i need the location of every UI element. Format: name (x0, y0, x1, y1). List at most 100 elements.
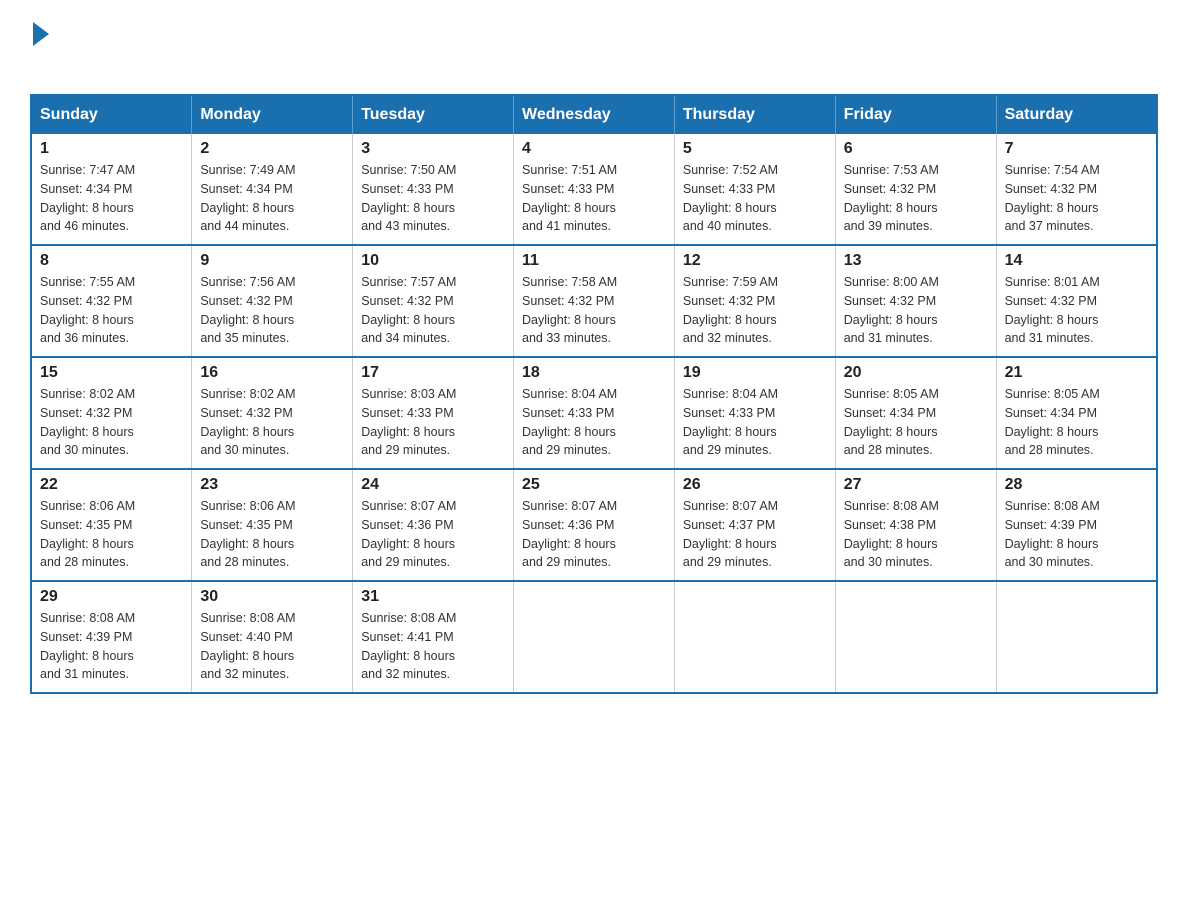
calendar-cell: 31 Sunrise: 8:08 AMSunset: 4:41 PMDaylig… (353, 581, 514, 693)
day-number: 26 (683, 476, 827, 494)
page-header (30, 20, 1158, 78)
day-info: Sunrise: 7:51 AMSunset: 4:33 PMDaylight:… (522, 161, 666, 236)
day-number: 17 (361, 364, 505, 382)
day-number: 6 (844, 140, 988, 158)
day-info: Sunrise: 7:53 AMSunset: 4:32 PMDaylight:… (844, 161, 988, 236)
calendar-cell: 8 Sunrise: 7:55 AMSunset: 4:32 PMDayligh… (31, 245, 192, 357)
day-number: 20 (844, 364, 988, 382)
day-number: 7 (1005, 140, 1148, 158)
calendar-cell: 2 Sunrise: 7:49 AMSunset: 4:34 PMDayligh… (192, 134, 353, 245)
day-info: Sunrise: 7:54 AMSunset: 4:32 PMDaylight:… (1005, 161, 1148, 236)
calendar-week-row: 29 Sunrise: 8:08 AMSunset: 4:39 PMDaylig… (31, 581, 1157, 693)
day-info: Sunrise: 7:57 AMSunset: 4:32 PMDaylight:… (361, 273, 505, 348)
weekday-header-monday: Monday (192, 95, 353, 134)
calendar-cell: 10 Sunrise: 7:57 AMSunset: 4:32 PMDaylig… (353, 245, 514, 357)
day-info: Sunrise: 8:08 AMSunset: 4:40 PMDaylight:… (200, 609, 344, 684)
day-number: 12 (683, 252, 827, 270)
day-number: 9 (200, 252, 344, 270)
day-info: Sunrise: 8:05 AMSunset: 4:34 PMDaylight:… (844, 385, 988, 460)
logo-arrow-icon (33, 22, 49, 46)
weekday-header-saturday: Saturday (996, 95, 1157, 134)
day-info: Sunrise: 8:08 AMSunset: 4:38 PMDaylight:… (844, 497, 988, 572)
calendar-cell: 30 Sunrise: 8:08 AMSunset: 4:40 PMDaylig… (192, 581, 353, 693)
calendar-week-row: 22 Sunrise: 8:06 AMSunset: 4:35 PMDaylig… (31, 469, 1157, 581)
day-info: Sunrise: 8:00 AMSunset: 4:32 PMDaylight:… (844, 273, 988, 348)
day-info: Sunrise: 8:06 AMSunset: 4:35 PMDaylight:… (200, 497, 344, 572)
calendar-cell: 29 Sunrise: 8:08 AMSunset: 4:39 PMDaylig… (31, 581, 192, 693)
weekday-header-tuesday: Tuesday (353, 95, 514, 134)
calendar-cell: 28 Sunrise: 8:08 AMSunset: 4:39 PMDaylig… (996, 469, 1157, 581)
day-info: Sunrise: 8:05 AMSunset: 4:34 PMDaylight:… (1005, 385, 1148, 460)
day-number: 10 (361, 252, 505, 270)
day-info: Sunrise: 8:02 AMSunset: 4:32 PMDaylight:… (40, 385, 183, 460)
day-info: Sunrise: 7:59 AMSunset: 4:32 PMDaylight:… (683, 273, 827, 348)
day-number: 18 (522, 364, 666, 382)
calendar-cell: 14 Sunrise: 8:01 AMSunset: 4:32 PMDaylig… (996, 245, 1157, 357)
day-number: 19 (683, 364, 827, 382)
weekday-header-sunday: Sunday (31, 95, 192, 134)
day-number: 29 (40, 588, 183, 606)
calendar-cell: 16 Sunrise: 8:02 AMSunset: 4:32 PMDaylig… (192, 357, 353, 469)
day-number: 15 (40, 364, 183, 382)
day-number: 13 (844, 252, 988, 270)
day-info: Sunrise: 7:47 AMSunset: 4:34 PMDaylight:… (40, 161, 183, 236)
day-number: 24 (361, 476, 505, 494)
calendar-cell (996, 581, 1157, 693)
weekday-header-thursday: Thursday (674, 95, 835, 134)
day-info: Sunrise: 8:07 AMSunset: 4:36 PMDaylight:… (522, 497, 666, 572)
day-number: 16 (200, 364, 344, 382)
calendar-cell: 7 Sunrise: 7:54 AMSunset: 4:32 PMDayligh… (996, 134, 1157, 245)
day-info: Sunrise: 8:04 AMSunset: 4:33 PMDaylight:… (683, 385, 827, 460)
day-number: 3 (361, 140, 505, 158)
calendar-cell: 12 Sunrise: 7:59 AMSunset: 4:32 PMDaylig… (674, 245, 835, 357)
day-info: Sunrise: 8:08 AMSunset: 4:39 PMDaylight:… (40, 609, 183, 684)
calendar-cell: 19 Sunrise: 8:04 AMSunset: 4:33 PMDaylig… (674, 357, 835, 469)
calendar-cell (835, 581, 996, 693)
calendar-cell: 17 Sunrise: 8:03 AMSunset: 4:33 PMDaylig… (353, 357, 514, 469)
calendar-cell: 24 Sunrise: 8:07 AMSunset: 4:36 PMDaylig… (353, 469, 514, 581)
day-info: Sunrise: 8:06 AMSunset: 4:35 PMDaylight:… (40, 497, 183, 572)
calendar-cell: 25 Sunrise: 8:07 AMSunset: 4:36 PMDaylig… (514, 469, 675, 581)
calendar-week-row: 15 Sunrise: 8:02 AMSunset: 4:32 PMDaylig… (31, 357, 1157, 469)
calendar-week-row: 8 Sunrise: 7:55 AMSunset: 4:32 PMDayligh… (31, 245, 1157, 357)
calendar-cell: 6 Sunrise: 7:53 AMSunset: 4:32 PMDayligh… (835, 134, 996, 245)
day-info: Sunrise: 7:49 AMSunset: 4:34 PMDaylight:… (200, 161, 344, 236)
day-number: 4 (522, 140, 666, 158)
logo (30, 20, 49, 78)
day-number: 23 (200, 476, 344, 494)
calendar-cell: 11 Sunrise: 7:58 AMSunset: 4:32 PMDaylig… (514, 245, 675, 357)
day-info: Sunrise: 7:56 AMSunset: 4:32 PMDaylight:… (200, 273, 344, 348)
day-info: Sunrise: 7:55 AMSunset: 4:32 PMDaylight:… (40, 273, 183, 348)
day-number: 5 (683, 140, 827, 158)
calendar-header-row: SundayMondayTuesdayWednesdayThursdayFrid… (31, 95, 1157, 134)
day-number: 21 (1005, 364, 1148, 382)
day-number: 30 (200, 588, 344, 606)
day-number: 11 (522, 252, 666, 270)
calendar-cell: 9 Sunrise: 7:56 AMSunset: 4:32 PMDayligh… (192, 245, 353, 357)
calendar-cell: 3 Sunrise: 7:50 AMSunset: 4:33 PMDayligh… (353, 134, 514, 245)
calendar-cell: 23 Sunrise: 8:06 AMSunset: 4:35 PMDaylig… (192, 469, 353, 581)
calendar-cell (514, 581, 675, 693)
calendar-cell: 1 Sunrise: 7:47 AMSunset: 4:34 PMDayligh… (31, 134, 192, 245)
day-info: Sunrise: 8:08 AMSunset: 4:41 PMDaylight:… (361, 609, 505, 684)
calendar-cell: 13 Sunrise: 8:00 AMSunset: 4:32 PMDaylig… (835, 245, 996, 357)
calendar-cell: 4 Sunrise: 7:51 AMSunset: 4:33 PMDayligh… (514, 134, 675, 245)
day-info: Sunrise: 7:50 AMSunset: 4:33 PMDaylight:… (361, 161, 505, 236)
weekday-header-friday: Friday (835, 95, 996, 134)
day-number: 2 (200, 140, 344, 158)
calendar-cell: 26 Sunrise: 8:07 AMSunset: 4:37 PMDaylig… (674, 469, 835, 581)
day-number: 1 (40, 140, 183, 158)
day-number: 22 (40, 476, 183, 494)
day-info: Sunrise: 8:07 AMSunset: 4:37 PMDaylight:… (683, 497, 827, 572)
day-number: 8 (40, 252, 183, 270)
day-info: Sunrise: 8:04 AMSunset: 4:33 PMDaylight:… (522, 385, 666, 460)
day-number: 28 (1005, 476, 1148, 494)
day-number: 27 (844, 476, 988, 494)
calendar-cell: 21 Sunrise: 8:05 AMSunset: 4:34 PMDaylig… (996, 357, 1157, 469)
calendar-cell (674, 581, 835, 693)
calendar-cell: 20 Sunrise: 8:05 AMSunset: 4:34 PMDaylig… (835, 357, 996, 469)
calendar-week-row: 1 Sunrise: 7:47 AMSunset: 4:34 PMDayligh… (31, 134, 1157, 245)
calendar-cell: 18 Sunrise: 8:04 AMSunset: 4:33 PMDaylig… (514, 357, 675, 469)
day-info: Sunrise: 7:52 AMSunset: 4:33 PMDaylight:… (683, 161, 827, 236)
day-info: Sunrise: 8:03 AMSunset: 4:33 PMDaylight:… (361, 385, 505, 460)
